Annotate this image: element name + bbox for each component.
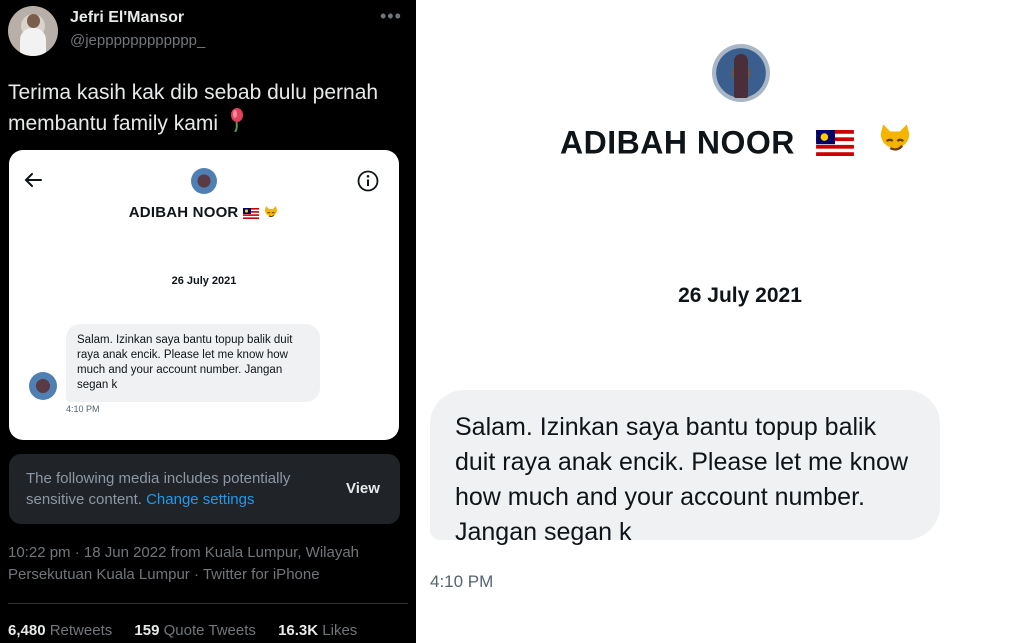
- dm-zoom-panel: ADIBAH NOOR 26 July 2021 Salam. Izinkan …: [420, 0, 1024, 643]
- back-arrow-icon[interactable]: [23, 170, 43, 195]
- quotes-label: Quote Tweets: [163, 622, 256, 639]
- malaysia-flag-icon: [816, 127, 855, 164]
- more-horizontal-icon[interactable]: •••: [380, 6, 402, 27]
- profile-name: ADIBAH NOOR: [9, 204, 399, 221]
- sensitive-content-notice: The following media includes potentially…: [9, 454, 400, 524]
- tweet-timestamp[interactable]: 10:22 pm · 18 Jun 2022 from Kuala Lumpur…: [8, 542, 408, 586]
- message-bubble: Salam. Izinkan saya bantu topup balik du…: [66, 324, 320, 402]
- view-button[interactable]: View: [346, 480, 380, 497]
- tweet-body: Terima kasih kak dib sebab dulu pernah m…: [8, 81, 379, 136]
- info-icon[interactable]: [357, 170, 379, 197]
- message-bubble-large: Salam. Izinkan saya bantu topup balik du…: [430, 390, 940, 546]
- media-card[interactable]: ADIBAH NOOR 26 July 2021 Salam. Izinkan …: [9, 150, 399, 440]
- likes-label: Likes: [322, 622, 358, 639]
- quote-tweets-stat[interactable]: 159 Quote Tweets: [134, 622, 260, 639]
- likes-stat[interactable]: 16.3K Likes: [278, 622, 357, 639]
- author-name[interactable]: Jefri El'Mansor: [70, 9, 184, 27]
- tweet-text: Terima kasih kak dib sebab dulu pernah m…: [8, 78, 408, 141]
- profile-name-text: ADIBAH NOOR: [128, 204, 239, 221]
- sensitive-notice-text: The following media includes potentially…: [26, 468, 326, 510]
- profile-name-large: ADIBAH NOOR: [560, 122, 914, 168]
- retweets-label: Retweets: [49, 622, 113, 639]
- likes-count: 16.3K: [278, 622, 319, 639]
- message-time: 4:10 PM: [66, 404, 100, 414]
- divider: [8, 603, 408, 604]
- sender-avatar: [29, 372, 57, 400]
- author-handle[interactable]: @jepppppppppppp_: [70, 32, 205, 49]
- tweet-panel: Jefri El'Mansor @jepppppppppppp_ ••• Ter…: [0, 0, 416, 643]
- retweets-stat[interactable]: 6,480 Retweets: [8, 622, 116, 639]
- profile-avatar: [191, 168, 217, 194]
- change-settings-link[interactable]: Change settings: [146, 491, 254, 508]
- author-avatar[interactable]: [8, 6, 58, 56]
- malaysia-flag-icon: [242, 204, 263, 221]
- conversation-date: 26 July 2021: [171, 275, 237, 287]
- wilted-flower-icon: [228, 108, 246, 141]
- smirking-cat-icon: [263, 204, 279, 221]
- profile-name-large-text: ADIBAH NOOR: [560, 124, 795, 161]
- profile-avatar-large: [712, 44, 770, 102]
- message-time-large: 4:10 PM: [430, 572, 494, 591]
- conversation-date-large: 26 July 2021: [678, 284, 802, 307]
- retweets-count: 6,480: [8, 622, 46, 639]
- tweet-stats: 6,480 Retweets 159 Quote Tweets 16.3K Li…: [8, 622, 375, 639]
- smirking-cat-icon: [876, 122, 914, 168]
- quotes-count: 159: [134, 622, 160, 639]
